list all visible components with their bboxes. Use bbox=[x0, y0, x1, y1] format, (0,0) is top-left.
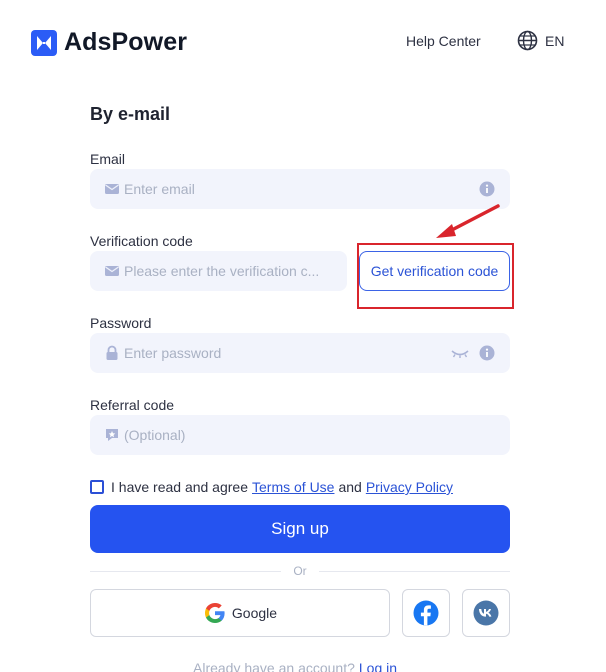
logo-icon bbox=[31, 29, 57, 56]
agree-checkbox[interactable] bbox=[90, 480, 104, 494]
referral-placeholder: (Optional) bbox=[124, 427, 186, 443]
login-prompt: Already have an account? Log in bbox=[193, 660, 397, 672]
divider-line bbox=[318, 570, 510, 572]
password-label: Password bbox=[90, 315, 152, 331]
password-field[interactable]: Enter password bbox=[90, 333, 510, 373]
vk-login-button[interactable] bbox=[462, 589, 510, 637]
verification-placeholder: Please enter the verification c... bbox=[124, 263, 320, 279]
google-icon bbox=[204, 603, 225, 623]
google-login-button[interactable]: Google bbox=[90, 589, 390, 637]
mail-icon bbox=[105, 266, 119, 276]
brand-name: AdsPower bbox=[64, 28, 188, 56]
already-account-text: Already have an account? bbox=[193, 660, 355, 672]
referral-icon bbox=[106, 429, 118, 441]
annotation-highlight-box bbox=[357, 243, 514, 309]
email-placeholder: Enter email bbox=[124, 181, 195, 197]
mail-icon bbox=[105, 184, 119, 194]
verification-code-field[interactable]: Please enter the verification c... bbox=[90, 251, 347, 291]
email-label: Email bbox=[90, 151, 126, 167]
facebook-icon bbox=[413, 600, 439, 626]
eye-closed-icon[interactable] bbox=[450, 345, 470, 361]
lock-icon bbox=[106, 345, 118, 360]
terms-agreement: I have read and agree Terms of Use and P… bbox=[90, 479, 457, 495]
method-title-text: By e-mail bbox=[90, 104, 171, 124]
facebook-login-button[interactable] bbox=[402, 589, 450, 637]
referral-code-field[interactable]: (Optional) bbox=[90, 415, 510, 455]
globe-icon bbox=[517, 30, 538, 51]
help-center-link[interactable]: Help Center bbox=[406, 33, 481, 49]
header: AdsPower Help Center EN bbox=[0, 0, 606, 84]
login-method-title[interactable]: By e-mail bbox=[90, 104, 171, 128]
privacy-policy-link[interactable]: Privacy Policy bbox=[366, 479, 453, 495]
or-divider: Or bbox=[90, 564, 510, 578]
logo[interactable]: AdsPower bbox=[31, 28, 187, 57]
info-icon[interactable] bbox=[479, 345, 495, 361]
terms-of-use-link[interactable]: Terms of Use bbox=[252, 479, 334, 495]
verification-label: Verification code bbox=[90, 233, 193, 249]
language-selector[interactable]: EN bbox=[517, 30, 564, 51]
info-icon[interactable] bbox=[479, 181, 495, 197]
referral-label: Referral code bbox=[90, 397, 175, 413]
google-label: Google bbox=[231, 605, 278, 621]
or-text: Or bbox=[293, 564, 307, 578]
divider-line bbox=[90, 570, 282, 572]
vk-icon bbox=[473, 600, 499, 626]
language-label: EN bbox=[545, 32, 565, 49]
log-in-link[interactable]: Log in bbox=[359, 660, 397, 672]
agree-text: I have read and agree bbox=[111, 479, 248, 495]
sign-up-button[interactable]: Sign up bbox=[90, 505, 510, 553]
agree-and-text: and bbox=[338, 479, 362, 495]
arrow-annotation bbox=[436, 204, 500, 238]
password-placeholder: Enter password bbox=[124, 345, 222, 361]
